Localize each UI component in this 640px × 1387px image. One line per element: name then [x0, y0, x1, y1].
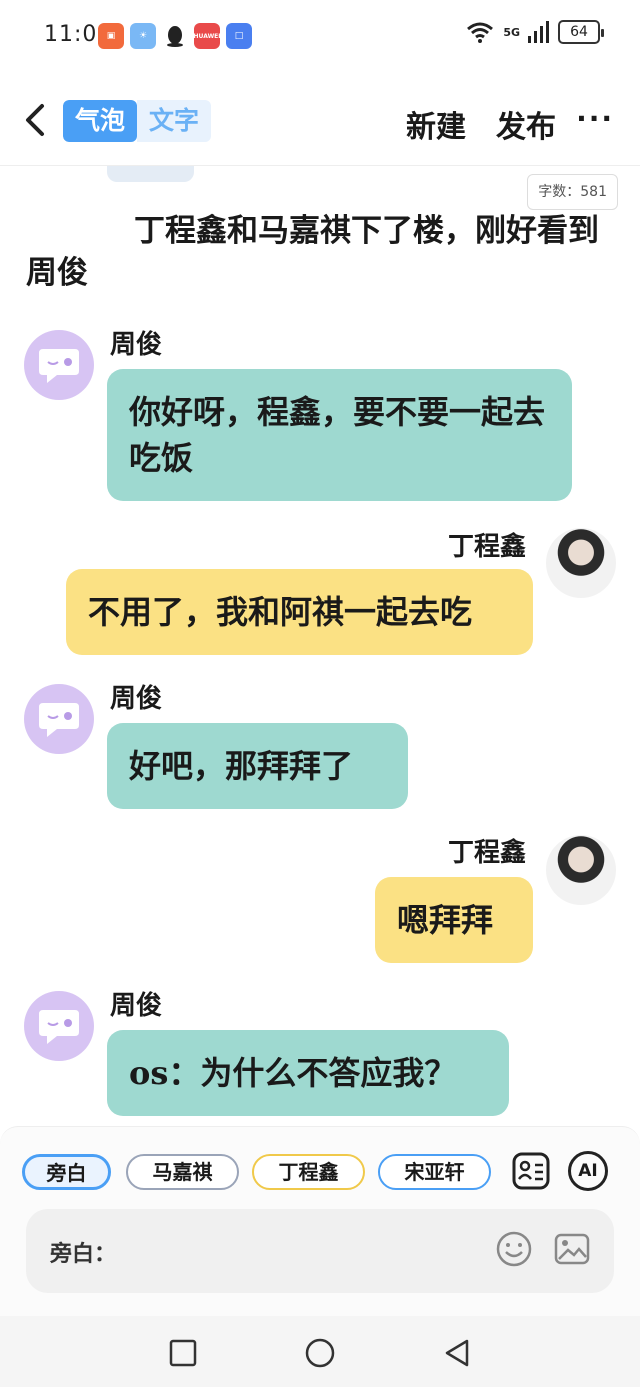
message-bubble[interactable]: 不用了，我和阿祺一起去吃 [66, 569, 533, 655]
mode-toggle: 气泡 文字 [63, 100, 212, 142]
kuaishou-icon: ▣ [98, 23, 124, 49]
notification-app-icons: ▣ ☀ HUAWEI □ [98, 23, 252, 49]
mode-bubble-tab[interactable]: 气泡 [63, 100, 138, 142]
input-speaker-label: 旁白： [50, 1241, 117, 1267]
composer-panel: 旁白 马嘉祺 丁程鑫 宋亚轩 AI 旁白： [0, 1126, 640, 1316]
avatar-default[interactable] [24, 684, 94, 754]
speaker-name: 周俊 [110, 330, 163, 360]
role-chip-ding-chengxin[interactable]: 丁程鑫 [252, 1154, 365, 1190]
chat-bubble-icon [39, 1010, 79, 1044]
system-nav-bar [0, 1316, 640, 1387]
story-content[interactable]: 字数：581 丁程鑫和马嘉祺下了楼，刚好看到周俊 周俊 你好呀，程鑫，要不要一起… [0, 166, 640, 1126]
status-bar: 11:09 ▣ ☀ HUAWEI □ 5G 64 [0, 0, 640, 72]
insert-image-button[interactable] [552, 1229, 592, 1269]
circle-icon [305, 1338, 335, 1368]
recents-button[interactable] [166, 1336, 200, 1370]
chevron-left-icon [26, 104, 44, 136]
message-bubble[interactable]: 你好呀，程鑫，要不要一起去吃饭 [107, 369, 572, 501]
huawei-appgallery-icon: HUAWEI [193, 23, 221, 49]
word-count-badge: 字数：581 [527, 174, 618, 210]
avatar-photo[interactable] [546, 528, 616, 598]
image-icon [554, 1233, 590, 1265]
triangle-back-icon [445, 1339, 469, 1367]
message-input[interactable]: 旁白： [26, 1209, 614, 1293]
character-card-button[interactable] [511, 1151, 551, 1191]
message-bubble[interactable]: os：为什么不答应我？ [107, 1030, 509, 1116]
ai-assist-button[interactable]: AI [568, 1151, 608, 1191]
message-bubble[interactable]: 嗯拜拜 [375, 877, 533, 963]
emoji-button[interactable] [494, 1229, 534, 1269]
role-chip-song-yaxuan[interactable]: 宋亚轩 [378, 1154, 491, 1190]
chat-bubble-icon [39, 703, 79, 737]
weather-icon: ☀ [130, 23, 156, 49]
editor-header: 气泡 文字 新建 发布 ··· [0, 72, 640, 166]
partial-bubble [107, 166, 194, 182]
wifi-icon [467, 22, 494, 43]
qq-icon [162, 23, 188, 49]
avatar-default[interactable] [24, 330, 94, 400]
square-icon [169, 1339, 197, 1367]
role-chip-narrator[interactable]: 旁白 [22, 1154, 111, 1190]
battery-level: 64 [570, 24, 588, 40]
narration-text[interactable]: 丁程鑫和马嘉祺下了楼，刚好看到周俊 [26, 210, 606, 294]
message-bubble[interactable]: 好吧，那拜拜了 [107, 723, 408, 809]
speaker-name: 丁程鑫 [448, 532, 527, 562]
publish-button[interactable]: 发布 [496, 102, 556, 146]
browser-icon: □ [226, 23, 252, 49]
smiley-icon [496, 1231, 532, 1267]
speaker-name: 周俊 [110, 684, 163, 714]
home-button[interactable] [303, 1336, 337, 1370]
battery-indicator: 64 [558, 20, 604, 44]
id-card-icon [512, 1152, 550, 1190]
signal-icon [528, 21, 549, 43]
role-chip-ma-jiaqi[interactable]: 马嘉祺 [126, 1154, 239, 1190]
back-nav-button[interactable] [440, 1336, 474, 1370]
more-menu-button[interactable]: ··· [576, 102, 614, 135]
network-type: 5G [503, 25, 520, 39]
speaker-name: 丁程鑫 [448, 838, 527, 868]
avatar-default[interactable] [24, 991, 94, 1061]
chat-bubble-icon [39, 349, 79, 383]
mode-text-tab[interactable]: 文字 [137, 100, 212, 142]
back-button[interactable] [18, 100, 52, 140]
new-button[interactable]: 新建 [406, 102, 466, 146]
speaker-name: 周俊 [110, 991, 163, 1021]
avatar-photo[interactable] [546, 835, 616, 905]
status-indicators: 5G 64 [465, 20, 604, 44]
